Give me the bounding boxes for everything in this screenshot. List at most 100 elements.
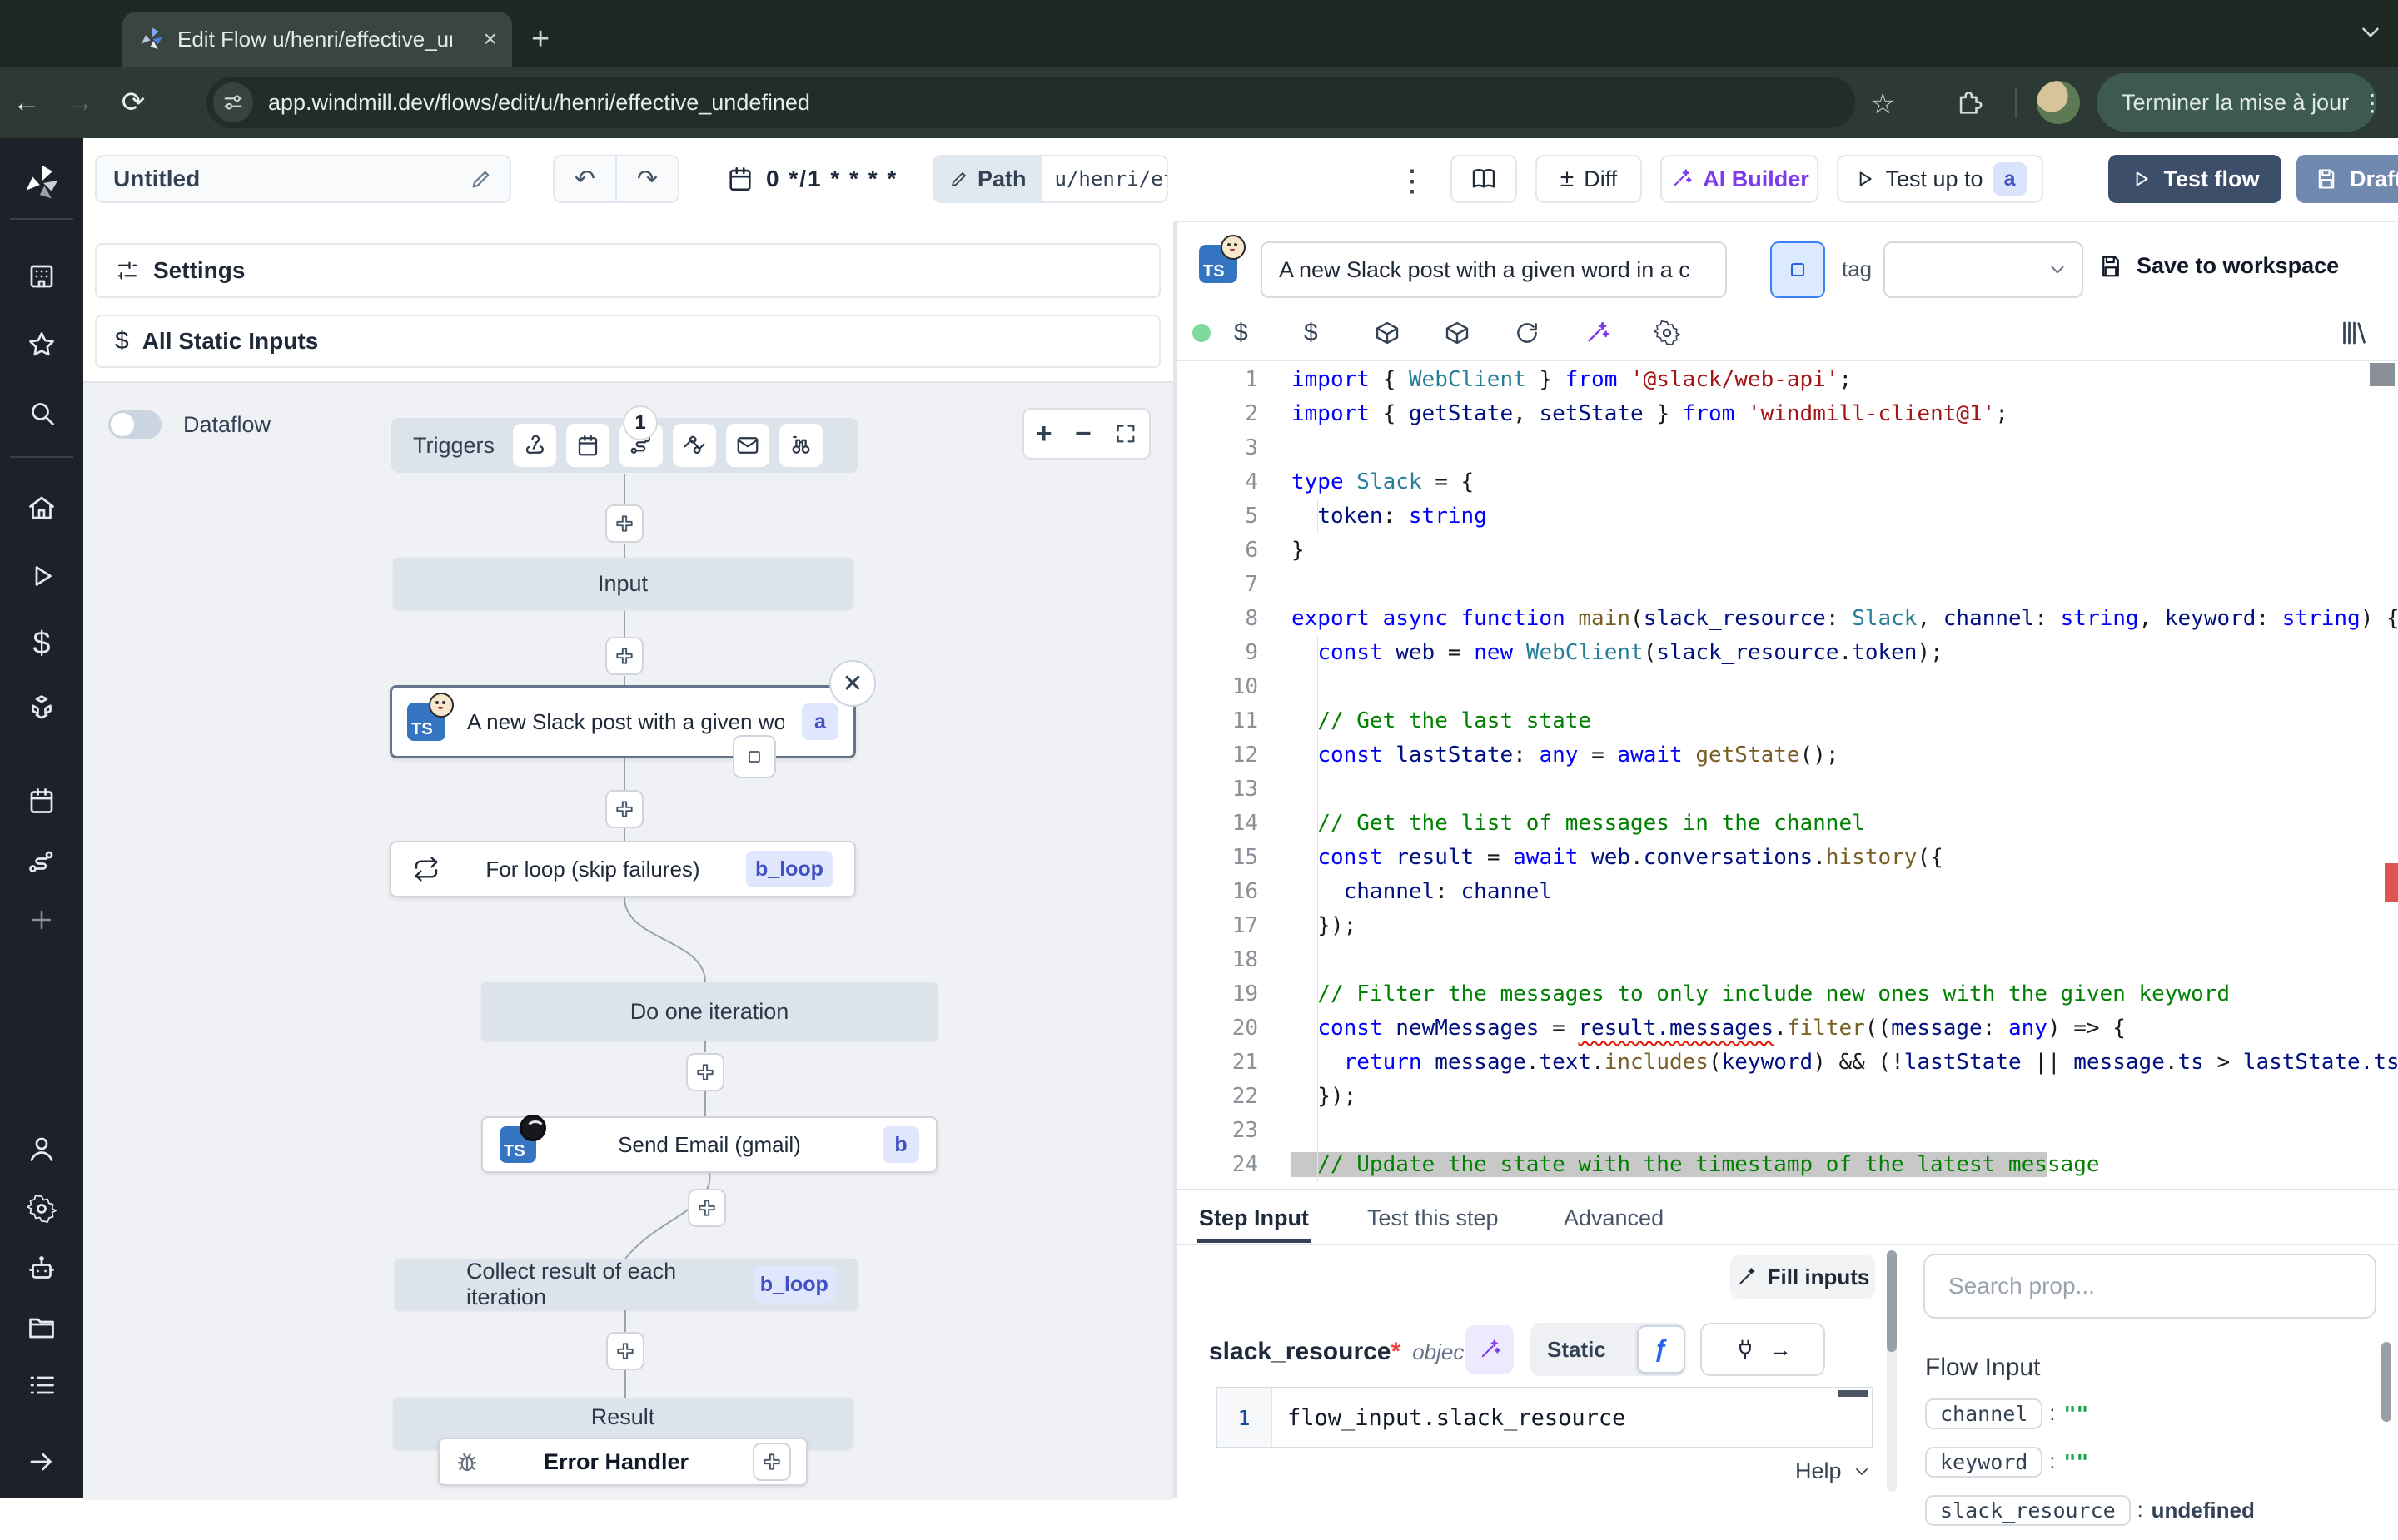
sidebar-item-workers[interactable] (27, 1254, 57, 1284)
node-do-one-iteration[interactable]: Do one iteration (481, 982, 938, 1041)
docs-button[interactable] (1450, 155, 1517, 203)
sidebar-collapse-icon[interactable] (27, 1447, 57, 1477)
schedule-cron[interactable]: 0 */1 * * * * (726, 155, 898, 203)
sidebar-item-search[interactable] (27, 398, 57, 428)
dataflow-toggle[interactable] (108, 410, 162, 439)
props-scrollbar-thumb[interactable] (2381, 1342, 2391, 1422)
add-step-button[interactable] (606, 1332, 644, 1370)
ai-builder-button[interactable]: AI Builder (1660, 155, 1818, 203)
code-editor[interactable]: 1import { WebClient } from '@slack/web-a… (1177, 363, 2398, 1189)
node-send-email[interactable]: TS Send Email (gmail) b (481, 1116, 938, 1173)
back-icon[interactable]: ← (0, 87, 53, 119)
assets-icon[interactable]: $ (1234, 319, 1304, 347)
search-prop-input[interactable] (1923, 1254, 2376, 1319)
sidebar-item-resources[interactable] (27, 693, 57, 723)
flow-input-prop[interactable]: keyword:"" (1925, 1443, 2375, 1480)
sidebar-item-runs[interactable] (27, 561, 57, 591)
windmill-logo-icon[interactable] (20, 161, 63, 205)
chrome-menu-icon[interactable]: ⋮ (2361, 89, 2384, 117)
sidebar-item-settings[interactable] (27, 1194, 57, 1224)
node-error-handler[interactable]: Error Handler (438, 1438, 808, 1486)
flow-settings-row[interactable]: Settings (95, 243, 1161, 298)
add-step-button[interactable] (605, 504, 644, 543)
step-summary-input[interactable] (1261, 241, 1727, 298)
test-flow-button[interactable]: Test flow (2108, 155, 2281, 203)
tab-close-icon[interactable]: × (484, 26, 497, 52)
path-editor[interactable]: Path u/henri/eff (933, 155, 1168, 203)
editor-settings-icon[interactable] (1654, 320, 1724, 346)
all-static-inputs-row[interactable]: $ All Static Inputs (95, 315, 1161, 368)
undo-button[interactable]: ↶ (555, 156, 617, 201)
sidebar-item-variables[interactable]: $ (32, 626, 50, 662)
webhook-trigger-icon[interactable] (513, 424, 556, 467)
new-tab-button[interactable]: + (531, 23, 550, 55)
step-stop-icon[interactable] (733, 735, 776, 778)
flow-input-prop[interactable]: slack_resource:undefined (1925, 1492, 2375, 1528)
extensions-icon[interactable] (1955, 89, 1983, 117)
sidebar-item-routes[interactable] (27, 847, 57, 877)
delete-step-icon[interactable]: ✕ (829, 660, 876, 707)
forward-icon[interactable]: → (53, 87, 107, 119)
input-expression-editor[interactable]: 1 flow_input.slack_resource (1216, 1387, 1873, 1448)
static-toggle-group[interactable]: Static ƒ (1530, 1323, 1685, 1376)
redo-button[interactable]: ↷ (617, 156, 678, 201)
library-icon[interactable] (2338, 318, 2368, 348)
sidebar-item-home[interactable] (27, 493, 57, 523)
profile-avatar[interactable] (2037, 81, 2080, 124)
node-slack-step[interactable]: TS A new Slack post with a given wor... … (390, 685, 856, 758)
reload-icon[interactable]: ⟳ (107, 86, 160, 119)
test-up-to-button[interactable]: Test up to a (1837, 155, 2043, 203)
sidebar-item-folders[interactable] (27, 1312, 57, 1342)
more-options-icon[interactable]: ⋮ (1397, 163, 1427, 198)
node-collect-result[interactable]: Collect result of each iteration b_loop (395, 1259, 858, 1310)
reload-script-icon[interactable] (1514, 320, 1584, 346)
sidebar-item-schedules[interactable] (27, 786, 57, 816)
url-bar[interactable]: app.windmill.dev/flows/edit/u/henri/effe… (206, 77, 1855, 128)
prop-ai-wand-button[interactable] (1465, 1325, 1514, 1374)
node-input[interactable]: Input (393, 558, 853, 609)
step-scrollbar-thumb[interactable] (1887, 1250, 1897, 1352)
browser-tab[interactable]: Edit Flow u/henri/effective_un × (122, 12, 512, 67)
javascript-expr-toggle[interactable]: ƒ (1637, 1325, 1685, 1374)
tab-advanced[interactable]: Advanced (1564, 1205, 1664, 1231)
chrome-update-button[interactable]: Terminer la mise à jour ⋮ (2097, 73, 2376, 132)
editor-scrollbar-thumb[interactable] (2370, 363, 2395, 386)
sidebar-item-workspace[interactable] (27, 261, 57, 291)
add-step-button[interactable] (688, 1189, 726, 1227)
add-step-button[interactable] (605, 790, 644, 828)
site-settings-icon[interactable] (213, 82, 253, 122)
diff-button[interactable]: ± Diff (1535, 155, 1642, 203)
add-error-handler-button[interactable] (753, 1443, 791, 1481)
edit-pencil-icon[interactable] (470, 167, 493, 191)
path-button[interactable]: Path (934, 156, 1042, 201)
sidebar-item-users[interactable] (27, 1134, 57, 1164)
tab-search-icon[interactable] (2356, 18, 2385, 47)
schedule-trigger-icon[interactable] (566, 424, 609, 467)
tag-select[interactable] (1883, 241, 2083, 298)
tab-step-input[interactable]: Step Input (1199, 1205, 1309, 1231)
package-icon[interactable] (1374, 320, 1444, 346)
websocket-trigger-icon[interactable] (673, 424, 716, 467)
bookmark-star-icon[interactable]: ☆ (1870, 87, 1895, 121)
email-trigger-icon[interactable] (726, 424, 769, 467)
sidebar-item-favorites[interactable] (27, 330, 57, 360)
stop-after-icon-button[interactable] (1770, 241, 1825, 298)
flow-name-field[interactable]: Untitled (95, 155, 511, 203)
help-toggle[interactable]: Help (1795, 1458, 1872, 1484)
add-step-button[interactable] (605, 637, 644, 675)
package-lock-icon[interactable] (1444, 320, 1514, 346)
draft-button[interactable]: Draft (2296, 155, 2398, 203)
poll-trigger-icon[interactable] (779, 424, 823, 467)
add-step-button[interactable] (686, 1053, 724, 1091)
fit-view-icon[interactable] (1114, 422, 1137, 445)
sidebar-item-add[interactable] (27, 906, 56, 934)
fill-inputs-button[interactable]: Fill inputs (1730, 1255, 1875, 1299)
sidebar-item-logs[interactable] (27, 1370, 57, 1400)
connect-input-button[interactable]: → (1700, 1323, 1825, 1376)
node-forloop[interactable]: For loop (skip failures) b_loop (390, 841, 856, 897)
save-to-workspace-button[interactable]: Save to workspace (2098, 253, 2339, 279)
flow-input-prop[interactable]: channel:"" (1925, 1395, 2375, 1432)
tab-test-this-step[interactable]: Test this step (1367, 1205, 1499, 1231)
ai-assistant-icon[interactable] (1584, 320, 1654, 346)
variables-icon[interactable]: $ (1304, 319, 1374, 347)
